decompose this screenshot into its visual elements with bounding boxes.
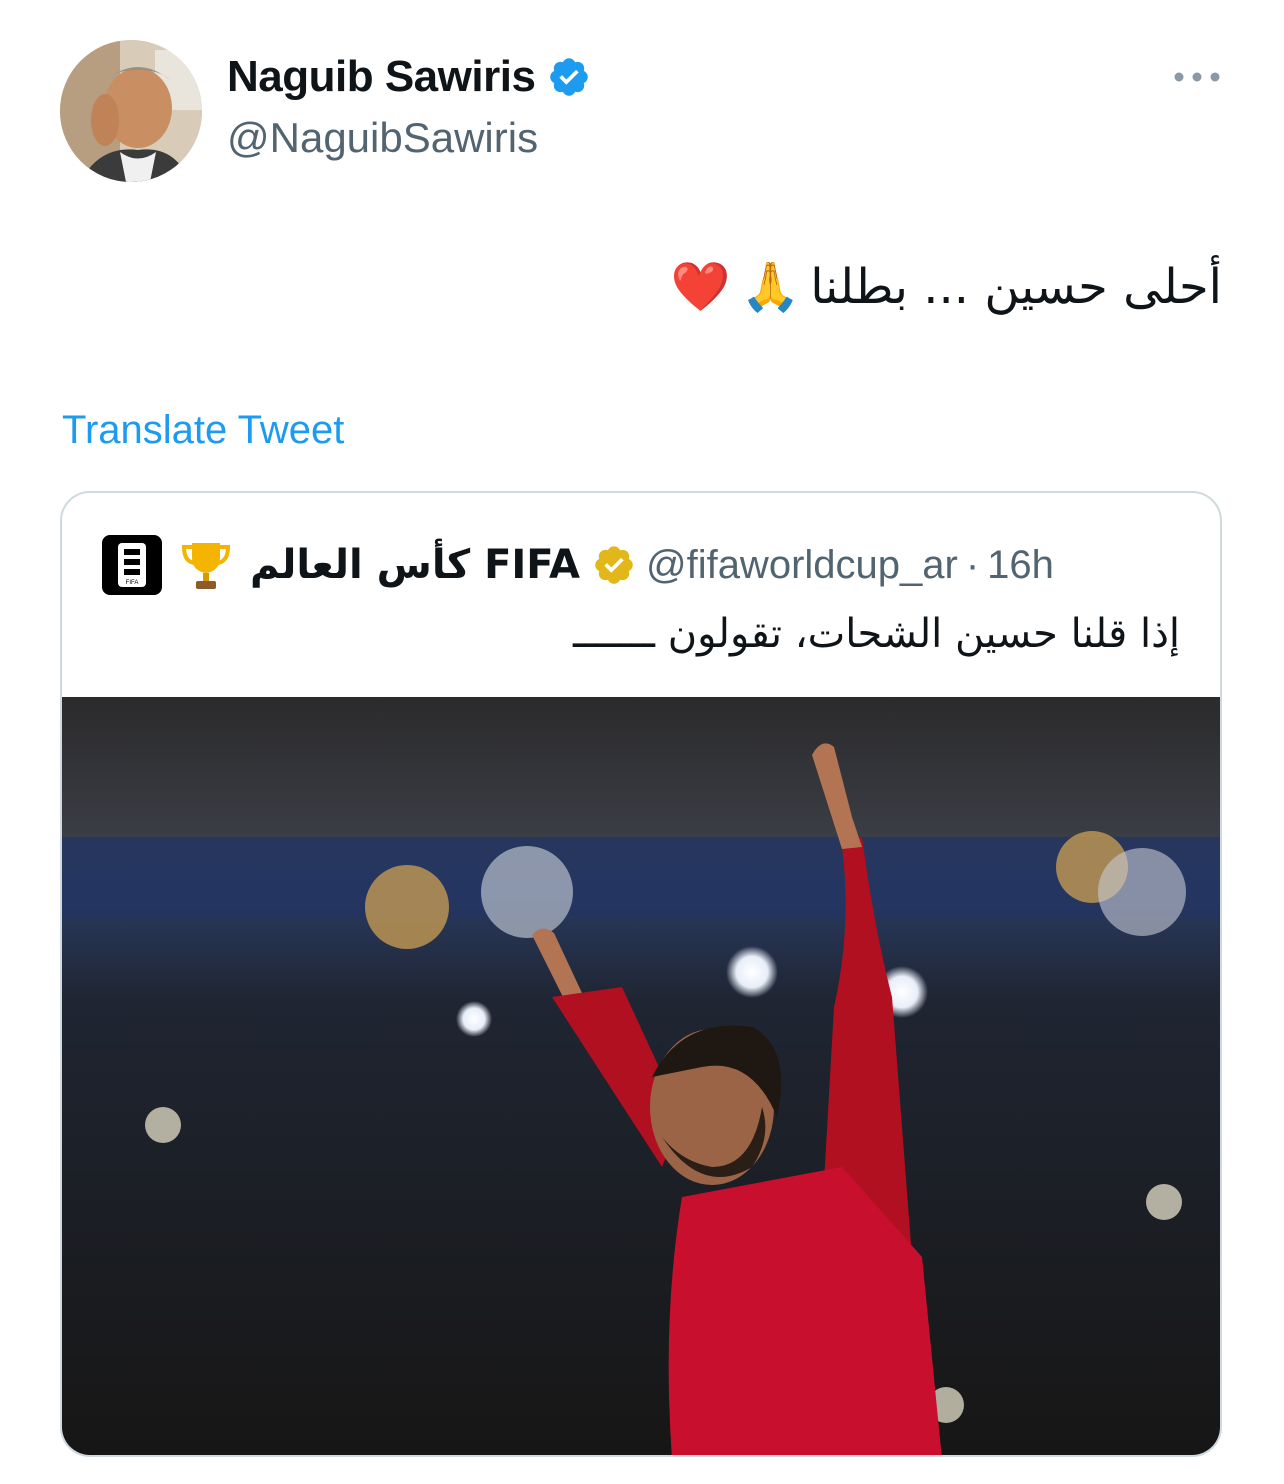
- author-handle[interactable]: @NaguibSawiris: [227, 114, 538, 162]
- tweet-text: أحلى حسين ... بطلنا 🙏 ❤️: [670, 258, 1222, 316]
- quoted-timestamp[interactable]: 16h: [987, 543, 1054, 588]
- pray-emoji: 🙏: [740, 259, 801, 315]
- trophy-icon: [181, 543, 231, 589]
- author-display-name[interactable]: Naguib Sawiris: [227, 52, 591, 102]
- fifa-logo-icon[interactable]: FIFA: [102, 535, 162, 595]
- quoted-author-name[interactable]: FIFA كأس العالم: [250, 542, 580, 588]
- verified-badge-icon: [550, 58, 589, 96]
- quoted-tweet-header: FIFA FIFA كأس العالم @fifaworldcup_ar · …: [102, 535, 1192, 595]
- profile-photo: [60, 40, 202, 182]
- quoted-author-handle[interactable]: @fifaworldcup_ar: [646, 543, 958, 588]
- fifa-logo-text: FIFA: [126, 580, 139, 586]
- quoted-author-name-arabic: كأس العالم: [250, 542, 471, 588]
- quoted-tweet-card[interactable]: FIFA FIFA كأس العالم @fifaworldcup_ar · …: [60, 491, 1222, 1457]
- quoted-author-name-latin: FIFA: [484, 542, 580, 588]
- separator-dot: ·: [965, 542, 980, 587]
- tweet-text-body: أحلى حسين ... بطلنا: [810, 258, 1222, 315]
- heart-emoji: ❤️: [670, 259, 731, 315]
- author-name-text: Naguib Sawiris: [227, 52, 536, 101]
- footballer-celebrating-photo: [62, 697, 1220, 1455]
- gold-verified-badge-icon: [595, 546, 633, 584]
- translate-tweet-link[interactable]: Translate Tweet: [62, 408, 344, 453]
- author-avatar[interactable]: [60, 40, 202, 182]
- quoted-tweet-media[interactable]: [62, 697, 1220, 1455]
- more-options-icon[interactable]: [1170, 62, 1224, 92]
- quoted-tweet-text: إذا قلنا حسين الشحات، تقولون ـــــــ: [572, 611, 1180, 657]
